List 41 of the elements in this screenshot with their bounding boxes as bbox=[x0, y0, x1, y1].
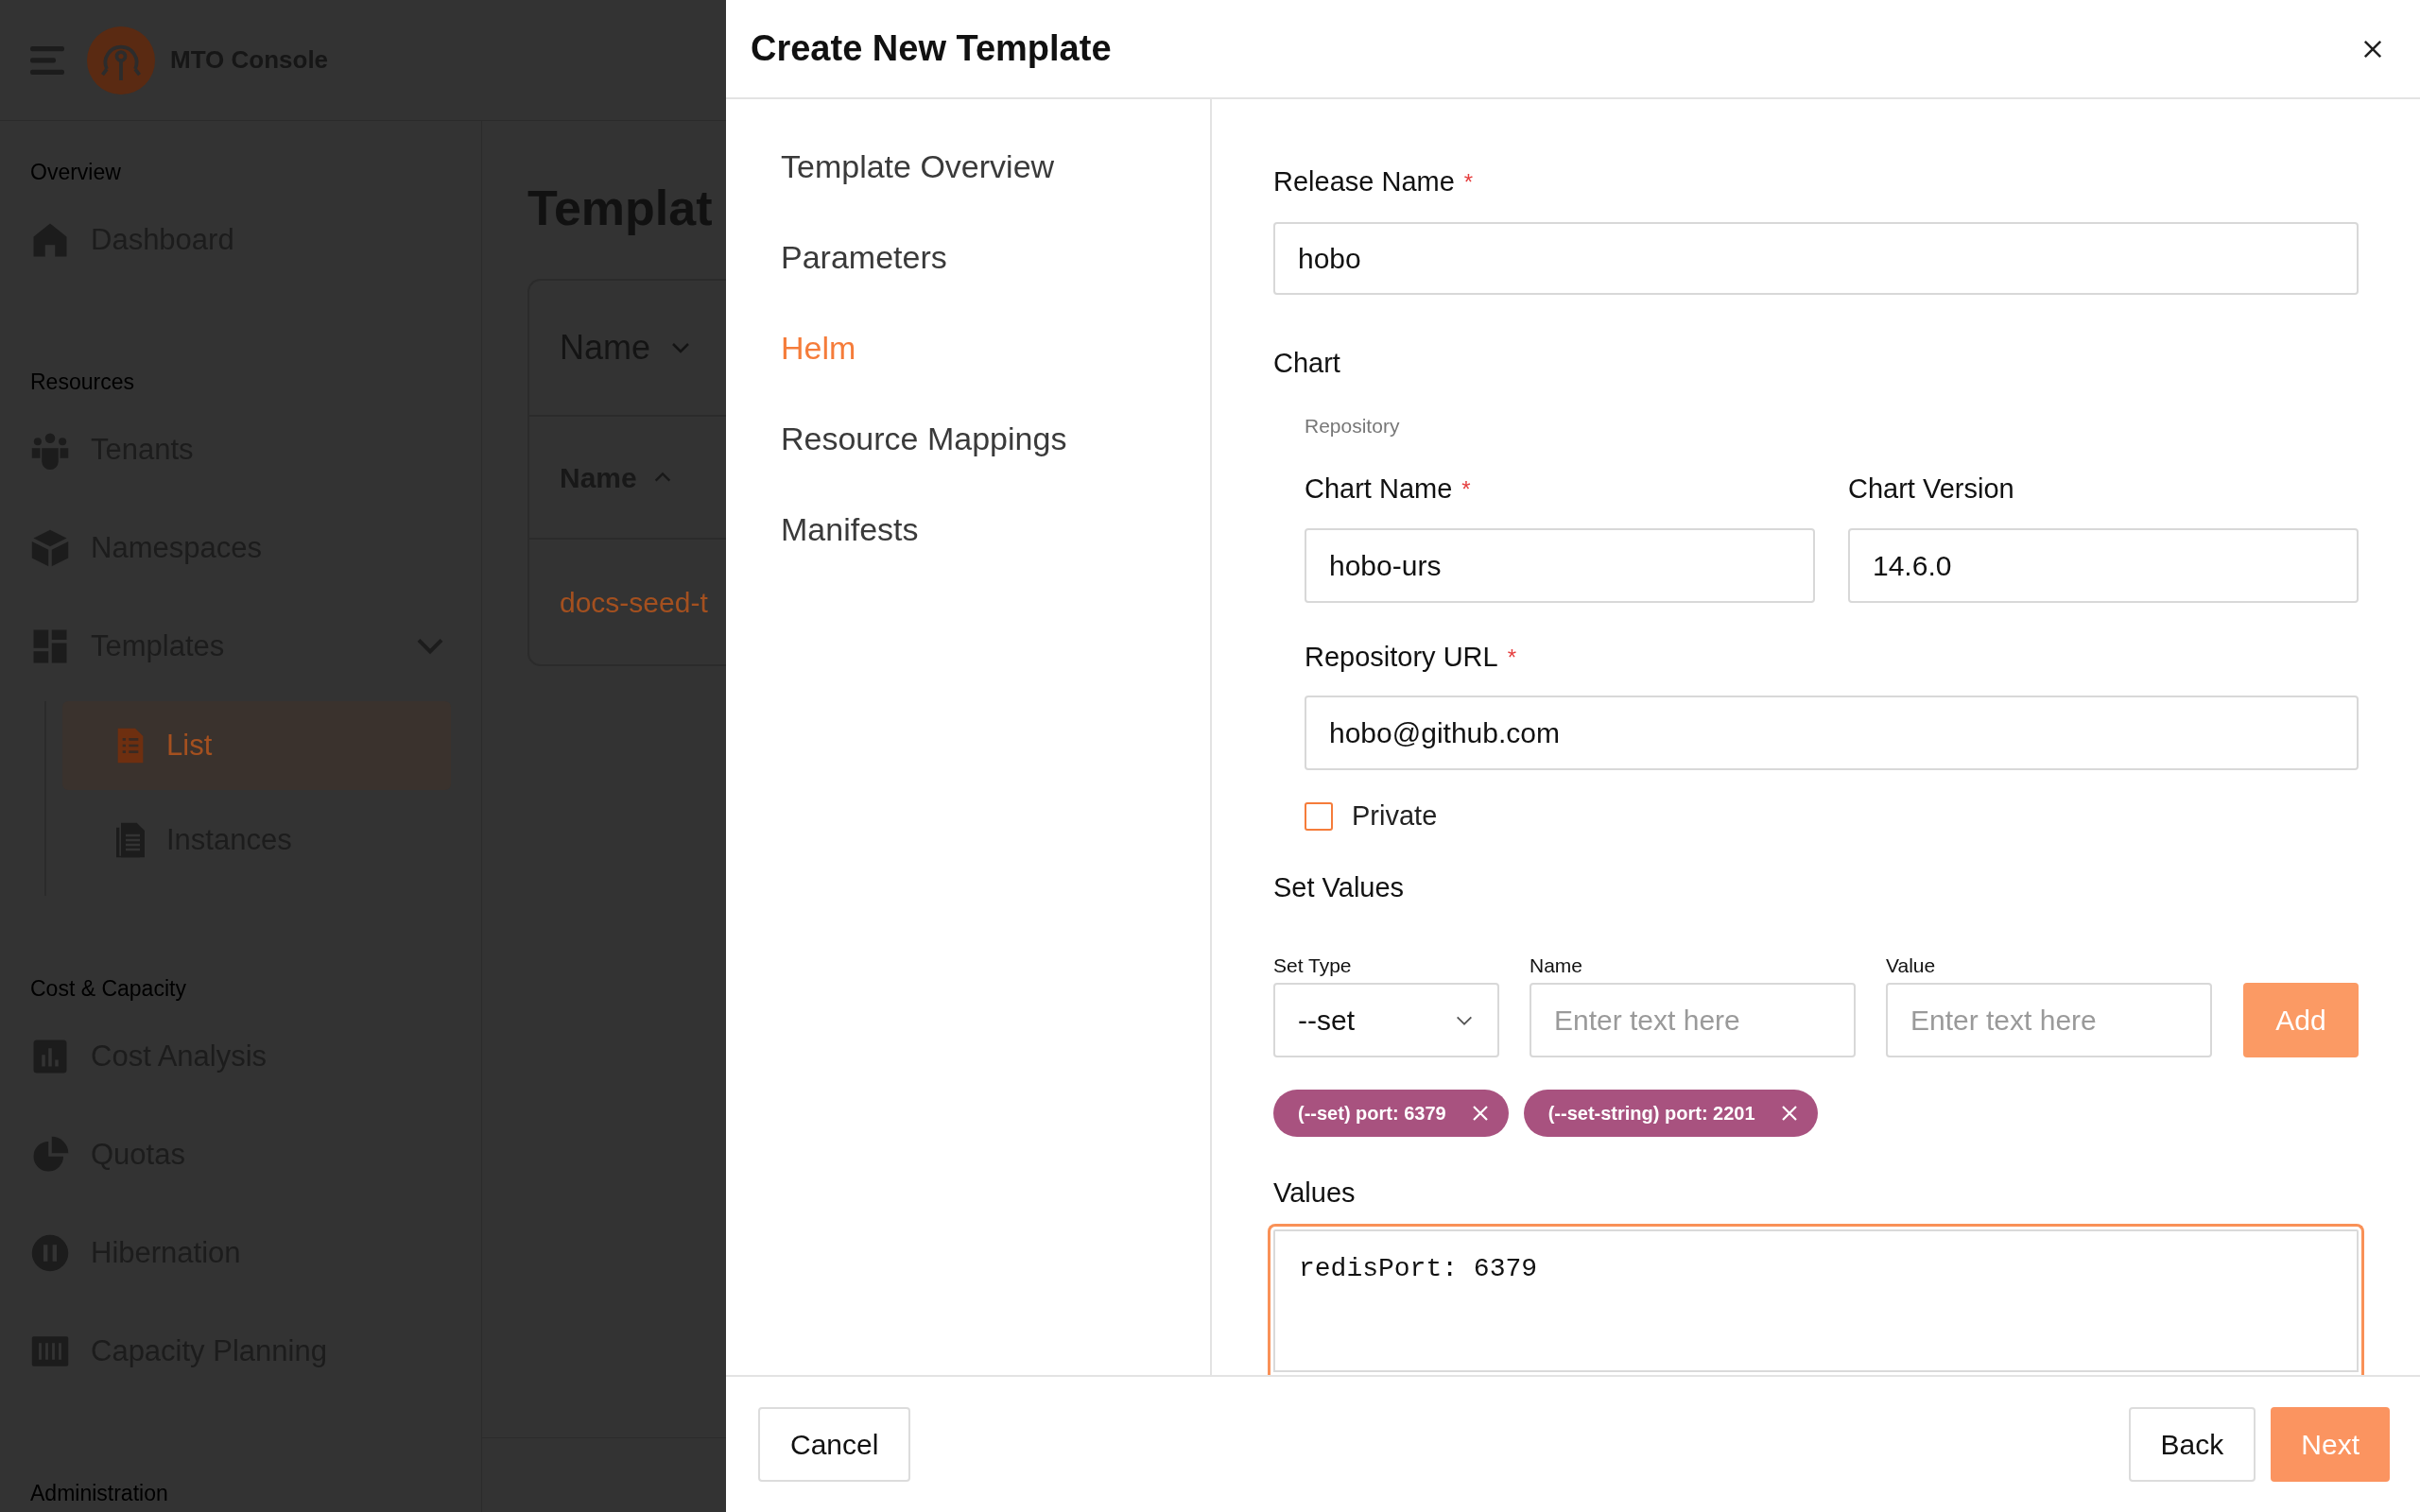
checkbox-label: Private bbox=[1352, 799, 1438, 833]
required-mark: * bbox=[1461, 475, 1471, 504]
section-heading: Chart bbox=[1273, 347, 1341, 377]
field-label: Repository URL bbox=[1305, 641, 1498, 675]
step-link[interactable]: Helm bbox=[781, 302, 1210, 393]
checkbox[interactable] bbox=[1305, 802, 1333, 831]
select-dropdown[interactable]: --set bbox=[1273, 983, 1499, 1057]
step-link[interactable]: Resource Mappings bbox=[781, 393, 1210, 484]
step-link[interactable]: Template Overview bbox=[781, 121, 1210, 212]
input-field[interactable]: Enter text here bbox=[1530, 983, 1856, 1057]
input-field[interactable]: hobo@github.com bbox=[1305, 696, 2359, 770]
field-label: Release Name bbox=[1273, 165, 1455, 199]
input-field[interactable]: 14.6.0 bbox=[1848, 528, 2359, 603]
value-chip: (--set) port: 6379 bbox=[1273, 1090, 1509, 1137]
input-field[interactable]: hobo bbox=[1273, 222, 2359, 295]
step-link[interactable]: Manifests bbox=[781, 484, 1210, 575]
field-label: Name bbox=[1530, 954, 1584, 975]
dialog-button[interactable]: Back bbox=[2128, 1407, 2256, 1482]
value-chip: (--set-string) port: 2201 bbox=[1523, 1090, 1818, 1137]
input-field[interactable]: Enter text here bbox=[1886, 983, 2212, 1057]
required-mark: * bbox=[1463, 168, 1474, 197]
input-field[interactable]: hobo-urs bbox=[1305, 528, 1815, 603]
field-label: Values bbox=[1273, 1177, 1357, 1207]
step-link[interactable]: Parameters bbox=[781, 212, 1210, 302]
code-editor[interactable]: redisPort: 6379 bbox=[1268, 1224, 2364, 1375]
field-label: Set Type bbox=[1273, 954, 1353, 975]
dialog-button[interactable]: Cancel bbox=[758, 1407, 911, 1482]
pause-icon bbox=[30, 1233, 70, 1273]
required-mark: * bbox=[1507, 644, 1517, 672]
table-link[interactable]: docs-seed-t bbox=[560, 580, 708, 624]
cube-icon bbox=[30, 528, 70, 568]
add-button[interactable]: Add bbox=[2243, 983, 2359, 1057]
field-label: Chart Name bbox=[1305, 472, 1453, 507]
dialog-button[interactable]: Next bbox=[2271, 1407, 2390, 1482]
section-heading: Set Values bbox=[1273, 871, 1406, 902]
sidebar-subitem[interactable]: List bbox=[62, 701, 451, 790]
logo-icon bbox=[87, 26, 155, 94]
field-label: Chart Version bbox=[1848, 472, 2014, 507]
field-label: Value bbox=[1886, 954, 1937, 975]
dialog-title: Create New Template bbox=[751, 27, 1112, 70]
group-label: Repository bbox=[1305, 414, 1401, 436]
